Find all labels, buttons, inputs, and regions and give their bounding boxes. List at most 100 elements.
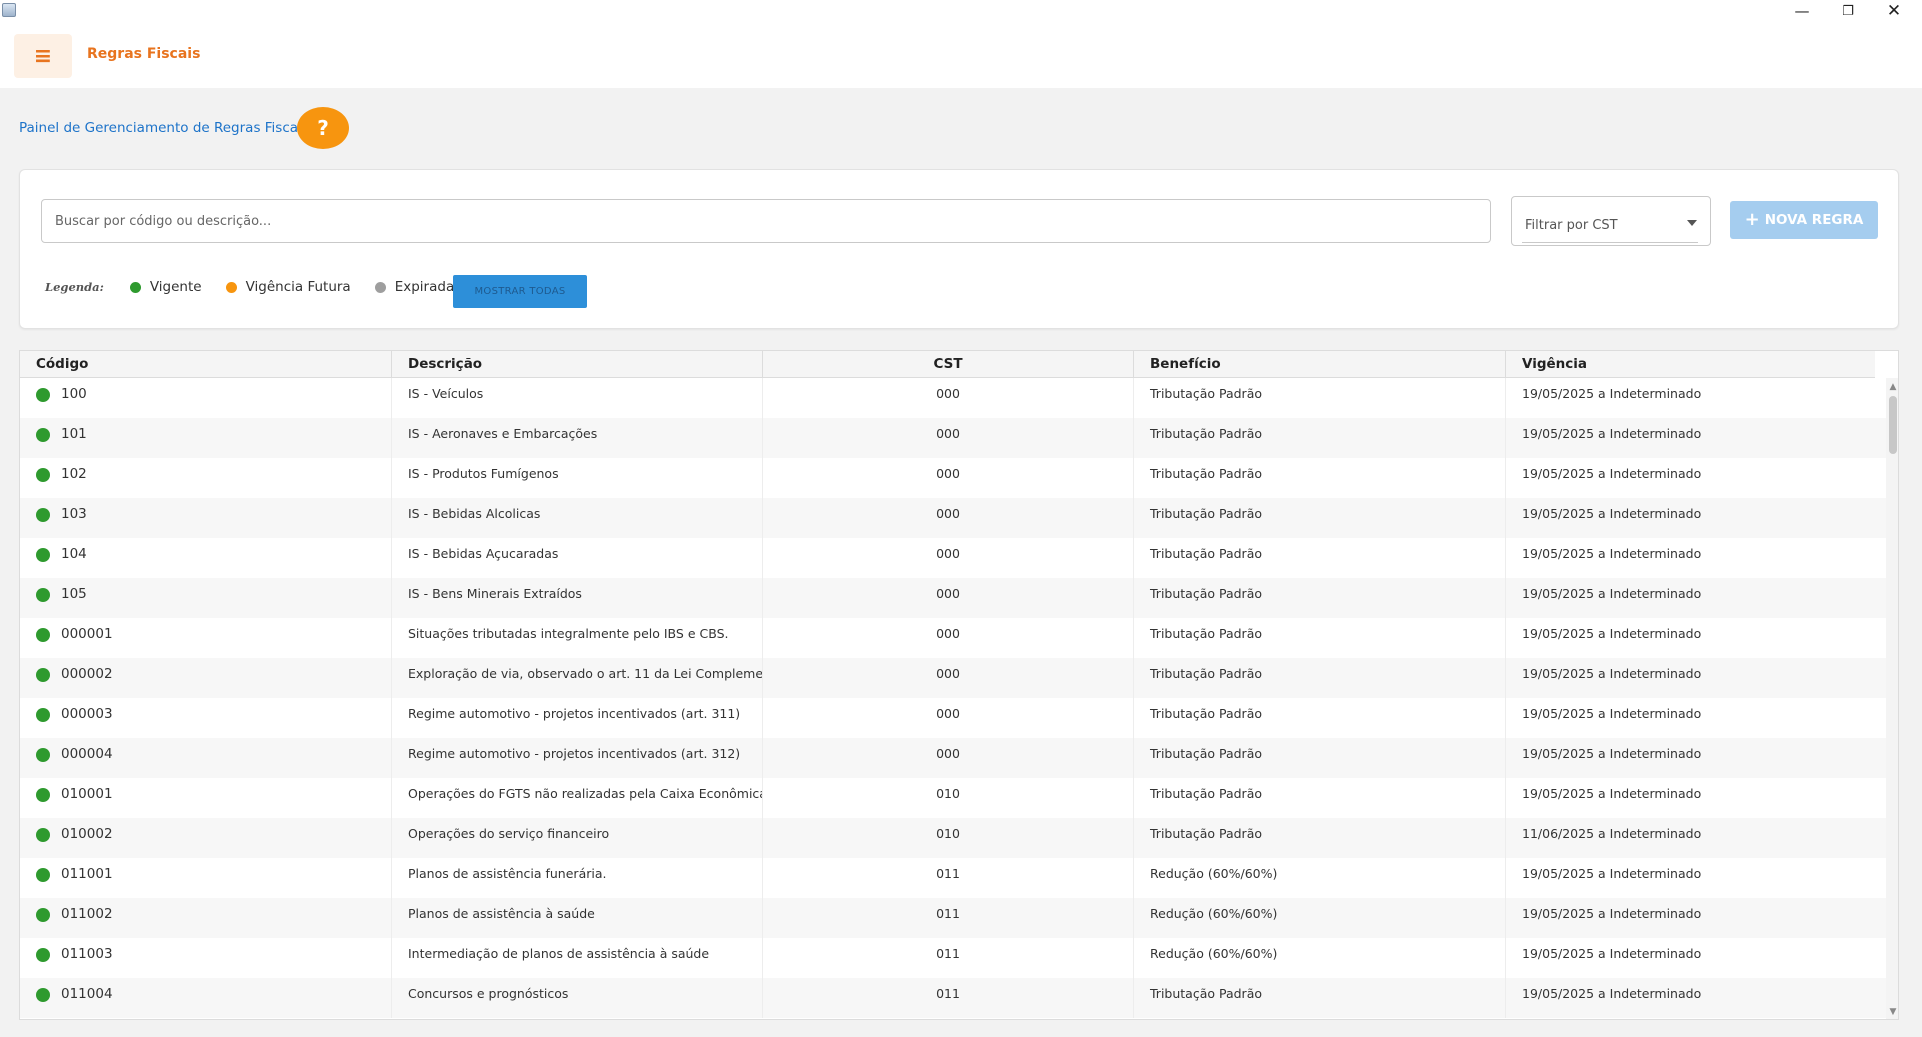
cell-vigencia: 19/05/2025 a Indeterminado (1522, 986, 1702, 1001)
close-icon[interactable]: ✕ (1872, 0, 1916, 22)
table-row[interactable]: 000004 Regime automotivo - projetos incen… (20, 738, 1886, 778)
cell-cst: 000 (763, 578, 1134, 618)
hamburger-menu-button[interactable]: ≡ (14, 34, 72, 78)
cell-codigo: 103 (20, 498, 392, 538)
cell-descricao: IS - Aeronaves e Embarcações (392, 418, 763, 458)
chevron-down-icon (1687, 220, 1697, 226)
cell-vigencia: 19/05/2025 a Indeterminado (1522, 426, 1702, 441)
status-dot-icon (36, 508, 50, 522)
select-underline (1522, 242, 1698, 243)
table-row[interactable]: 000003 Regime automotivo - projetos incen… (20, 698, 1886, 738)
rule-code: 103 (61, 506, 87, 522)
maximize-icon[interactable]: ❐ (1826, 0, 1870, 22)
rule-code: 010001 (61, 786, 113, 802)
cst-filter-select[interactable]: Filtrar por CST (1511, 196, 1711, 246)
scrollbar-thumb[interactable] (1889, 396, 1897, 454)
rule-code: 000002 (61, 666, 113, 682)
status-dot-icon (36, 468, 50, 482)
table-row[interactable]: 105 IS - Bens Minerais Extraídos 000 Tribut… (20, 578, 1886, 618)
rule-code: 011002 (61, 906, 113, 922)
cell-cst: 010 (763, 778, 1134, 818)
cell-beneficio: Redução (60%/60%) (1134, 858, 1506, 898)
new-rule-button[interactable]: + NOVA REGRA (1730, 201, 1878, 239)
table-row[interactable]: 011001 Planos de assistência funerária. 01… (20, 858, 1886, 898)
rules-table: Código Descrição CST Benefício Vigência … (19, 350, 1899, 1020)
status-dot-icon (36, 588, 50, 602)
scroll-down-icon[interactable]: ▼ (1886, 1005, 1898, 1019)
table-row[interactable]: 100 IS - Veículos 000 Tributação Padrão 19/0… (20, 378, 1886, 418)
cell-cst: 000 (763, 498, 1134, 538)
table-row[interactable]: 011002 Planos de assistência à saúde 011 Re… (20, 898, 1886, 938)
cell-vigencia: 19/05/2025 a Indeterminado (1522, 546, 1702, 561)
cell-beneficio: Tributação Padrão (1134, 498, 1506, 538)
cell-beneficio: Redução (60%/60%) (1134, 898, 1506, 938)
cell-codigo: 102 (20, 458, 392, 498)
status-dot-icon (36, 428, 50, 442)
cell-beneficio: Tributação Padrão (1134, 418, 1506, 458)
column-header-cst[interactable]: CST (763, 351, 1134, 378)
app-icon (2, 3, 16, 17)
legend-item-expirada: Expirada (374, 279, 455, 295)
cell-beneficio: Tributação Padrão (1134, 778, 1506, 818)
app-bar: ≡ Regras Fiscais (0, 22, 1922, 88)
column-header-beneficio[interactable]: Benefício (1134, 351, 1506, 378)
table-scrollbar[interactable]: ▲ ▼ (1886, 378, 1898, 1019)
status-dot-icon (36, 948, 50, 962)
table-row[interactable]: 104 IS - Bebidas Açucaradas 000 Tributação … (20, 538, 1886, 578)
cell-cst: 000 (763, 418, 1134, 458)
scroll-up-icon[interactable]: ▲ (1886, 380, 1898, 394)
cell-cst: 011 (763, 858, 1134, 898)
cell-descricao: Regime automotivo - projetos incentivado… (392, 738, 763, 778)
cell-descricao: Concursos e prognósticos (392, 978, 763, 1018)
table-row[interactable]: 000001 Situações tributadas integralmente… (20, 618, 1886, 658)
cell-descricao: IS - Bens Minerais Extraídos (392, 578, 763, 618)
table-row[interactable]: 011003 Intermediação de planos de assistê… (20, 938, 1886, 978)
cell-beneficio: Tributação Padrão (1134, 378, 1506, 418)
table-row[interactable]: 000002 Exploração de via, observado o art… (20, 658, 1886, 698)
legend-label: Expirada (394, 279, 455, 295)
cell-cst: 000 (763, 618, 1134, 658)
show-all-button[interactable]: MOSTRAR TODAS (453, 275, 587, 308)
cell-codigo: 000001 (20, 618, 392, 658)
cell-beneficio: Tributação Padrão (1134, 698, 1506, 738)
status-dot-icon (36, 548, 50, 562)
rule-code: 101 (61, 426, 87, 442)
table-row[interactable]: 102 IS - Produtos Fumígenos 000 Tributação … (20, 458, 1886, 498)
table-row[interactable]: 103 IS - Bebidas Alcolicas 000 Tributação P… (20, 498, 1886, 538)
cell-descricao: IS - Bebidas Açucaradas (392, 538, 763, 578)
minimize-icon[interactable]: — (1780, 0, 1824, 22)
rule-code: 105 (61, 586, 87, 602)
cell-vigencia: 19/05/2025 a Indeterminado (1522, 866, 1702, 881)
status-dot-icon (225, 281, 237, 293)
cell-cst: 000 (763, 458, 1134, 498)
cell-vigencia: 19/05/2025 a Indeterminado (1522, 386, 1702, 401)
status-dot-icon (374, 281, 386, 293)
cell-codigo: 000003 (20, 698, 392, 738)
table-row[interactable]: 011004 Concursos e prognósticos 011 Tributa… (20, 978, 1886, 1018)
status-dot-icon (36, 908, 50, 922)
table-body: 100 IS - Veículos 000 Tributação Padrão 19/0… (20, 378, 1886, 1018)
cell-codigo: 000004 (20, 738, 392, 778)
status-dot-icon (36, 388, 50, 402)
cell-codigo: 011003 (20, 938, 392, 978)
table-row[interactable]: 101 IS - Aeronaves e Embarcações 000 Tribut… (20, 418, 1886, 458)
column-header-codigo[interactable]: Código (20, 351, 392, 378)
cell-descricao: Planos de assistência funerária. (392, 858, 763, 898)
table-row[interactable]: 010001 Operações do FGTS não realizadas p… (20, 778, 1886, 818)
column-header-vigencia[interactable]: Vigência (1506, 351, 1875, 378)
table-row[interactable]: 010002 Operações do serviço financeiro 010… (20, 818, 1886, 858)
rule-code: 000001 (61, 626, 113, 642)
help-icon: ? (317, 116, 329, 140)
search-input[interactable] (41, 199, 1491, 243)
app-title: Regras Fiscais (87, 46, 201, 62)
page-subtitle: Painel de Gerenciamento de Regras Fiscai… (19, 120, 309, 136)
help-button[interactable]: ? (297, 107, 349, 149)
cell-cst: 000 (763, 698, 1134, 738)
cell-cst: 000 (763, 658, 1134, 698)
cell-beneficio: Tributação Padrão (1134, 978, 1506, 1018)
cell-descricao: IS - Produtos Fumígenos (392, 458, 763, 498)
hamburger-icon: ≡ (33, 43, 53, 69)
legend-label: Vigência Futura (245, 279, 351, 295)
column-header-descricao[interactable]: Descrição (392, 351, 763, 378)
cell-vigencia: 19/05/2025 a Indeterminado (1522, 746, 1702, 761)
